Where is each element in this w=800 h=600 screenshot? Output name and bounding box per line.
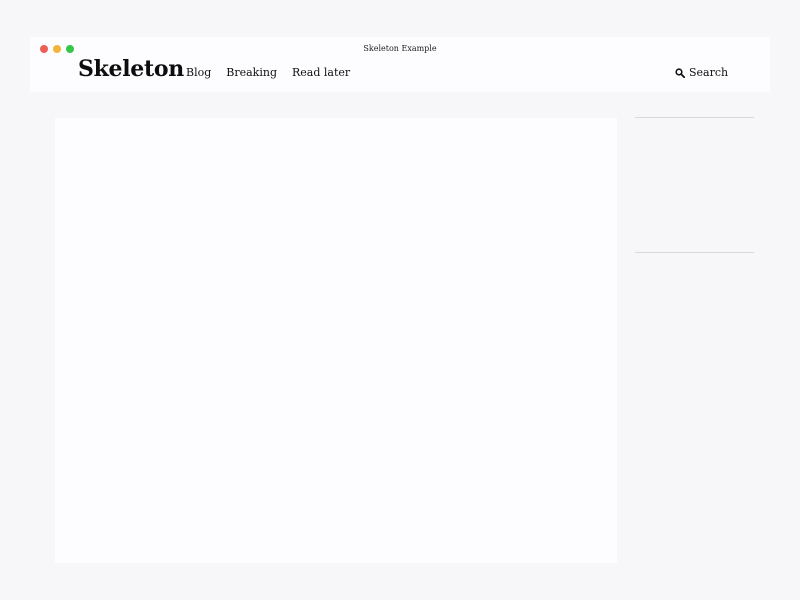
app-window: Skeleton Example Skeleton Blog Breaking …: [30, 37, 770, 92]
search-icon: [675, 67, 685, 78]
search-button[interactable]: Search: [675, 66, 728, 79]
nav-item-breaking[interactable]: Breaking: [226, 66, 277, 79]
search-label: Search: [689, 66, 729, 79]
sidebar-divider-top: [635, 117, 754, 118]
main-nav: Blog Breaking Read later: [186, 66, 350, 79]
sidebar-divider-bottom: [635, 252, 754, 253]
nav-item-blog[interactable]: Blog: [186, 66, 211, 79]
window-title: Skeleton Example: [363, 44, 437, 53]
brand-logo[interactable]: Skeleton: [78, 56, 184, 82]
main-content-placeholder: [55, 118, 617, 563]
nav-item-read-later[interactable]: Read later: [292, 66, 350, 79]
